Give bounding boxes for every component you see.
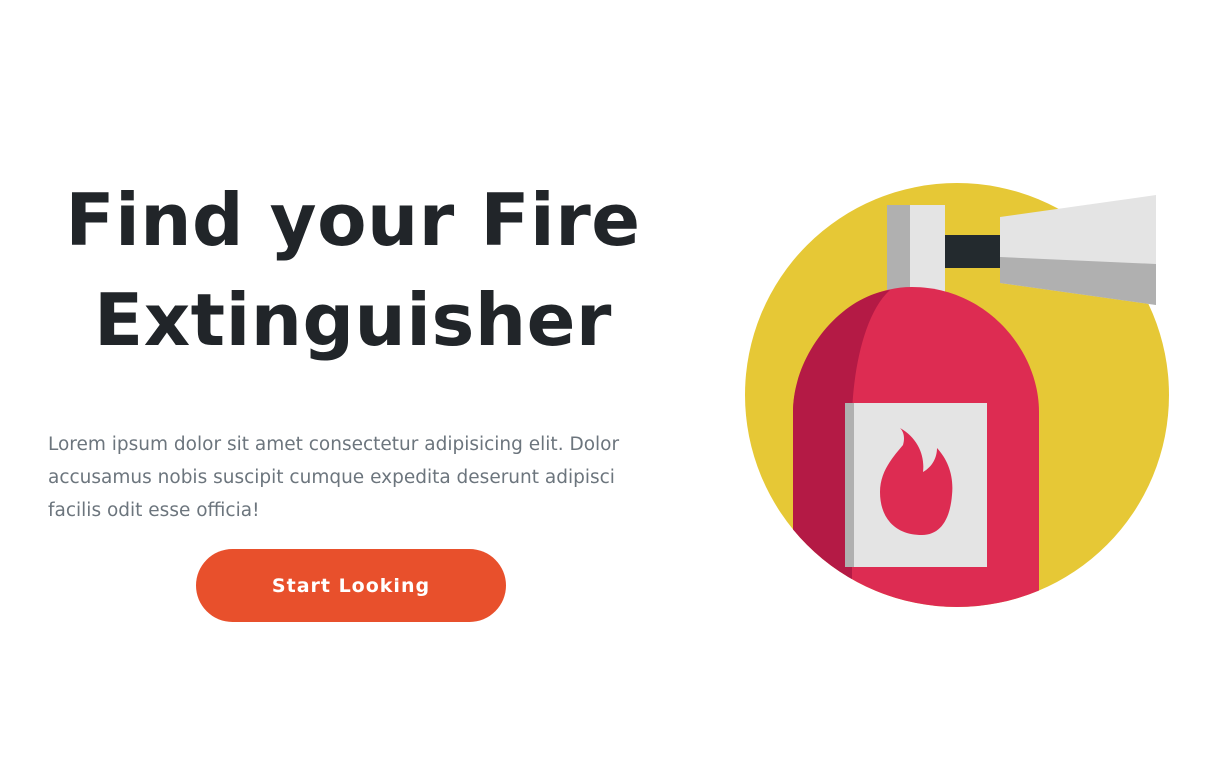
hero-text-block: Find your Fire Extinguisher Lorem ipsum … (48, 170, 658, 527)
hero-description: Lorem ipsum dolor sit amet consectetur a… (48, 434, 620, 521)
hero-section: Find your Fire Extinguisher Lorem ipsum … (0, 0, 1228, 777)
extinguisher-label-shadow (845, 403, 854, 567)
hose (945, 235, 1002, 268)
hero-title: Find your Fire Extinguisher (65, 178, 641, 362)
start-looking-button[interactable]: Start Looking (196, 549, 506, 622)
fire-extinguisher-icon (745, 183, 1169, 607)
